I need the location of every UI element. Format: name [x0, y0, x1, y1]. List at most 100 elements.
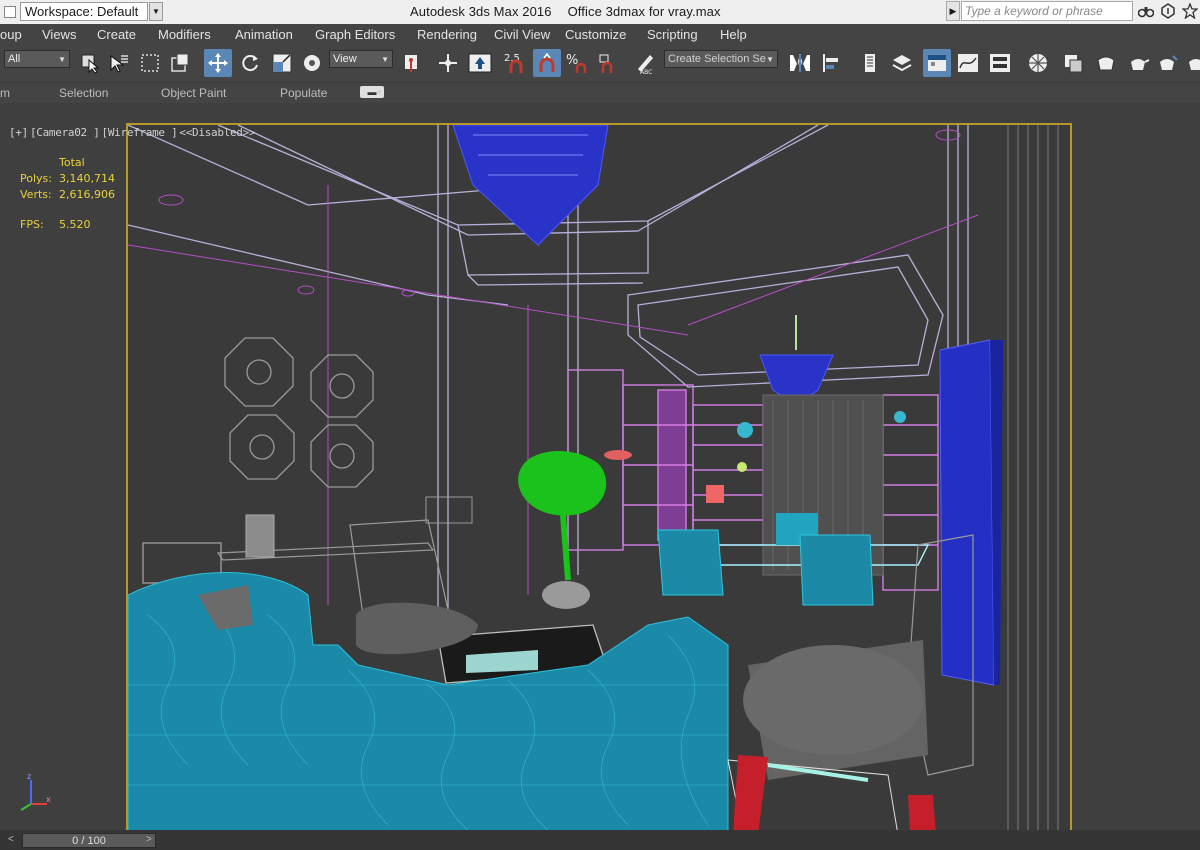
app-menu-icon[interactable] — [4, 5, 16, 18]
align-icon[interactable] — [818, 49, 846, 77]
axis-tripod-icon: z x — [11, 772, 51, 812]
render-iterative-icon[interactable] — [1154, 49, 1182, 77]
rendered-frame-window-icon[interactable] — [1092, 49, 1120, 77]
subscription-icon[interactable] — [1160, 2, 1176, 20]
stats-polys-label: Polys: — [20, 172, 52, 185]
spinner-snap-icon[interactable] — [594, 49, 622, 77]
select-object-icon[interactable] — [76, 49, 104, 77]
toggle-ribbon-icon[interactable] — [923, 49, 951, 77]
select-manipulate-icon[interactable] — [434, 49, 462, 77]
named-selection-placeholder: Create Selection Se — [668, 53, 766, 65]
search-area: ▶ — [946, 1, 1133, 21]
rotate-icon[interactable] — [236, 49, 264, 77]
chevron-down-icon: ▼ — [58, 54, 66, 64]
viewport-label-camera[interactable]: [Camera02 ] — [30, 126, 100, 139]
edit-named-selection-icon[interactable]: ABC — [632, 49, 660, 77]
red-chair-leg-right — [908, 795, 936, 831]
menu-item-civil-view[interactable]: Civil View — [494, 27, 550, 42]
stats-verts-row: Verts: 2,616,906 — [20, 188, 115, 204]
render-production-icon[interactable] — [1124, 49, 1152, 77]
place-icon[interactable] — [298, 49, 326, 77]
office-chair-left — [657, 529, 724, 596]
chevron-down-icon[interactable]: ▾ — [377, 87, 382, 98]
stats-total-label: Total — [59, 156, 85, 169]
mirror-icon[interactable] — [786, 49, 814, 77]
chevron-down-icon: ▼ — [381, 54, 389, 64]
menu-item-scripting[interactable]: Scripting — [647, 27, 698, 42]
menu-item-modifiers[interactable]: Modifiers — [158, 27, 211, 42]
window-title: Autodesk 3ds Max 2016 Office 3dmax for vr… — [410, 4, 737, 19]
tab-populate[interactable]: Populate — [280, 86, 327, 100]
menu-item-views[interactable]: Views — [42, 27, 76, 42]
schematic-view-icon[interactable] — [986, 49, 1014, 77]
time-slider-value: 0 / 100 — [72, 834, 106, 847]
workspace-label: Workspace: Default — [25, 4, 139, 19]
menu-item-graph-editors[interactable]: Graph Editors — [315, 27, 395, 42]
percent-snap-icon[interactable]: % — [563, 49, 591, 77]
move-icon[interactable] — [204, 49, 232, 77]
select-by-name-icon[interactable] — [104, 49, 132, 77]
window-crossing-icon[interactable] — [166, 49, 194, 77]
material-editor-icon[interactable] — [1024, 49, 1052, 77]
menu-item-customize[interactable]: Customize — [565, 27, 626, 42]
viewport-label-shading[interactable]: [Wireframe ] — [102, 126, 178, 139]
wireframe-scene[interactable] — [128, 125, 1072, 833]
curve-editor-icon[interactable] — [954, 49, 982, 77]
scene-statistics: Total Polys: 3,140,714 Verts: 2,616,906 FP… — [20, 156, 115, 234]
tab-freeform[interactable]: m — [0, 86, 10, 100]
stats-verts-value: 2,616,906 — [59, 188, 115, 201]
viewport-label[interactable]: [+] [Camera02 ] [Wireframe ] <<Disabled>> — [9, 126, 257, 139]
menu-item-group[interactable]: oup — [0, 27, 22, 42]
tab-object-paint[interactable]: Object Paint — [161, 86, 226, 100]
menu-item-create[interactable]: Create — [97, 27, 136, 42]
selection-filter-dropdown[interactable]: All ▼ — [4, 50, 70, 68]
menu-item-animation[interactable]: Animation — [235, 27, 293, 42]
tab-selection[interactable]: Selection — [59, 86, 108, 100]
svg-text:ABC: ABC — [640, 69, 652, 75]
red-lamp — [706, 485, 724, 503]
stats-polys-value: 3,140,714 — [59, 172, 115, 185]
viewport-label-general[interactable]: [+] — [9, 126, 28, 139]
snaps-toggle-icon[interactable]: 2.5 — [502, 49, 530, 77]
stats-fps-label: FPS: — [20, 218, 44, 231]
scale-icon[interactable] — [268, 49, 296, 77]
search-input[interactable] — [961, 1, 1133, 21]
named-selection-dropdown[interactable]: Create Selection Se ▼ — [664, 50, 778, 68]
rectangular-selection-icon[interactable] — [136, 49, 164, 77]
star-icon[interactable] — [1182, 2, 1198, 20]
stats-verts-label: Verts: — [20, 188, 52, 201]
title-bar-left: Workspace: Default ▼ — [0, 1, 163, 22]
axis-z-label: z — [27, 772, 31, 781]
pivot-center-icon[interactable] — [398, 49, 426, 77]
title-bar: Workspace: Default ▼ Autodesk 3ds Max 20… — [0, 0, 1200, 24]
title-tools — [1138, 2, 1198, 20]
stats-polys-row: Polys: 3,140,714 — [20, 172, 115, 188]
keyboard-shortcut-override-icon[interactable] — [466, 49, 494, 77]
camera-viewport[interactable] — [126, 123, 1072, 833]
menu-item-help[interactable]: Help — [720, 27, 747, 42]
binoculars-icon[interactable] — [1138, 2, 1154, 20]
toggle-scene-explorer-icon[interactable] — [856, 49, 884, 77]
office-chair-right — [799, 534, 874, 606]
selection-filter-value: All — [8, 53, 21, 65]
angle-snap-icon[interactable] — [533, 49, 561, 77]
previous-frame-icon[interactable]: < — [8, 834, 14, 845]
file-name: Office 3dmax for vray.max — [567, 4, 721, 19]
search-dropdown-icon[interactable]: ▶ — [946, 1, 960, 21]
stats-fps-value: 5.520 — [59, 218, 91, 231]
workspace-dropdown[interactable]: Workspace: Default — [20, 2, 148, 21]
menu-item-rendering[interactable]: Rendering — [417, 27, 477, 42]
reference-coordinate-dropdown[interactable]: View ▼ — [329, 50, 393, 68]
stats-header-row: Total — [20, 156, 115, 172]
stats-spacer — [20, 204, 115, 218]
app-name: Autodesk 3ds Max 2016 — [410, 4, 552, 19]
layer-explorer-icon[interactable] — [888, 49, 916, 77]
viewport-label-disabled[interactable]: <<Disabled>> — [179, 126, 255, 139]
next-frame-icon[interactable]: > — [146, 834, 152, 845]
render-online-icon[interactable] — [1182, 49, 1200, 77]
render-setup-icon[interactable] — [1060, 49, 1088, 77]
time-slider[interactable]: 0 / 100 — [22, 833, 156, 848]
main-toolbar: All ▼ View ▼ 2.5 % ABC Create Selection … — [0, 44, 1200, 83]
menu-bar: oup Views Create Modifiers Animation Gra… — [0, 24, 1200, 44]
chevron-down-icon[interactable]: ▼ — [149, 2, 163, 21]
